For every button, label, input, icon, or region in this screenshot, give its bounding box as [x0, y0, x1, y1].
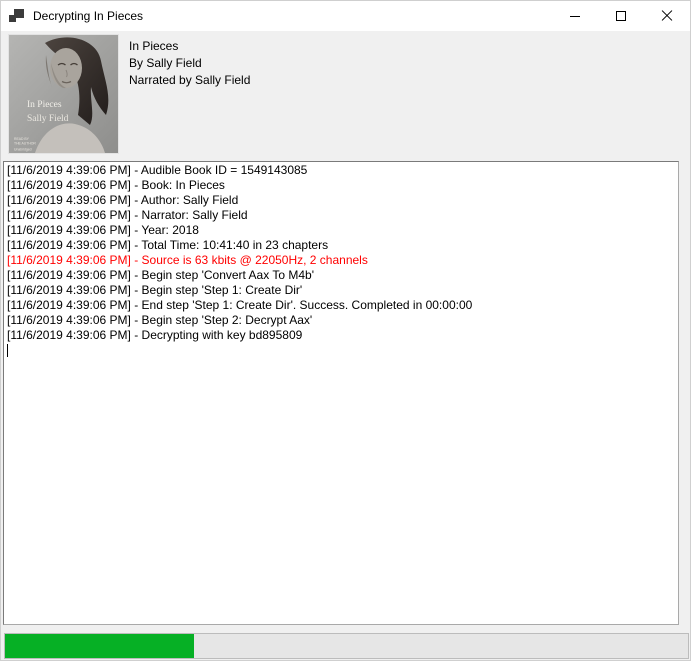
- log-line: [11/6/2019 4:39:06 PM] - Begin step 'Ste…: [7, 313, 675, 328]
- cover-readby-line1: READ BY: [14, 137, 30, 141]
- cover-face: [50, 48, 82, 88]
- log-caret-line: [7, 343, 675, 361]
- log-line: [11/6/2019 4:39:06 PM] - Decrypting with…: [7, 328, 675, 343]
- cover-readby-line2: THE AUTHOR: [14, 142, 36, 146]
- caption-buttons: [552, 1, 690, 31]
- progress-fill: [5, 634, 194, 658]
- log-textbox[interactable]: [11/6/2019 4:39:06 PM] - Audible Book ID…: [3, 161, 679, 625]
- book-author: By Sally Field: [129, 55, 250, 72]
- book-info: In Pieces By Sally Field Narrated by Sal…: [129, 38, 250, 89]
- decrypt-progress-bar: [4, 633, 689, 659]
- log-line: [11/6/2019 4:39:06 PM] - Narrator: Sally…: [7, 208, 675, 223]
- log-line: [11/6/2019 4:39:06 PM] - Source is 63 kb…: [7, 253, 675, 268]
- book-title: In Pieces: [129, 38, 250, 55]
- log-line: [11/6/2019 4:39:06 PM] - Total Time: 10:…: [7, 238, 675, 253]
- log-line: [11/6/2019 4:39:06 PM] - Book: In Pieces: [7, 178, 675, 193]
- app-window: Decrypting In Pieces: [0, 0, 691, 661]
- cover-edition-text: Unabridged: [14, 148, 32, 152]
- log-line: [11/6/2019 4:39:06 PM] - Begin step 'Ste…: [7, 283, 675, 298]
- log-line: [11/6/2019 4:39:06 PM] - Year: 2018: [7, 223, 675, 238]
- minimize-button[interactable]: [552, 1, 598, 31]
- log-line: [11/6/2019 4:39:06 PM] - Begin step 'Con…: [7, 268, 675, 283]
- window-title: Decrypting In Pieces: [33, 9, 143, 23]
- titlebar: Decrypting In Pieces: [1, 1, 690, 31]
- cover-title-text: In Pieces: [27, 100, 62, 110]
- text-caret: [7, 344, 8, 357]
- close-icon: [661, 10, 673, 22]
- book-cover-image: In Pieces Sally Field READ BY THE AUTHOR…: [9, 35, 118, 153]
- close-button[interactable]: [644, 1, 690, 31]
- app-icon: [9, 8, 25, 24]
- book-narrator: Narrated by Sally Field: [129, 72, 250, 89]
- minimize-icon: [570, 16, 580, 17]
- maximize-icon: [616, 11, 626, 21]
- log-line: [11/6/2019 4:39:06 PM] - Audible Book ID…: [7, 163, 675, 178]
- cover-author-text: Sally Field: [27, 114, 69, 124]
- maximize-button[interactable]: [598, 1, 644, 31]
- log-line: [11/6/2019 4:39:06 PM] - End step 'Step …: [7, 298, 675, 313]
- log-line: [11/6/2019 4:39:06 PM] - Author: Sally F…: [7, 193, 675, 208]
